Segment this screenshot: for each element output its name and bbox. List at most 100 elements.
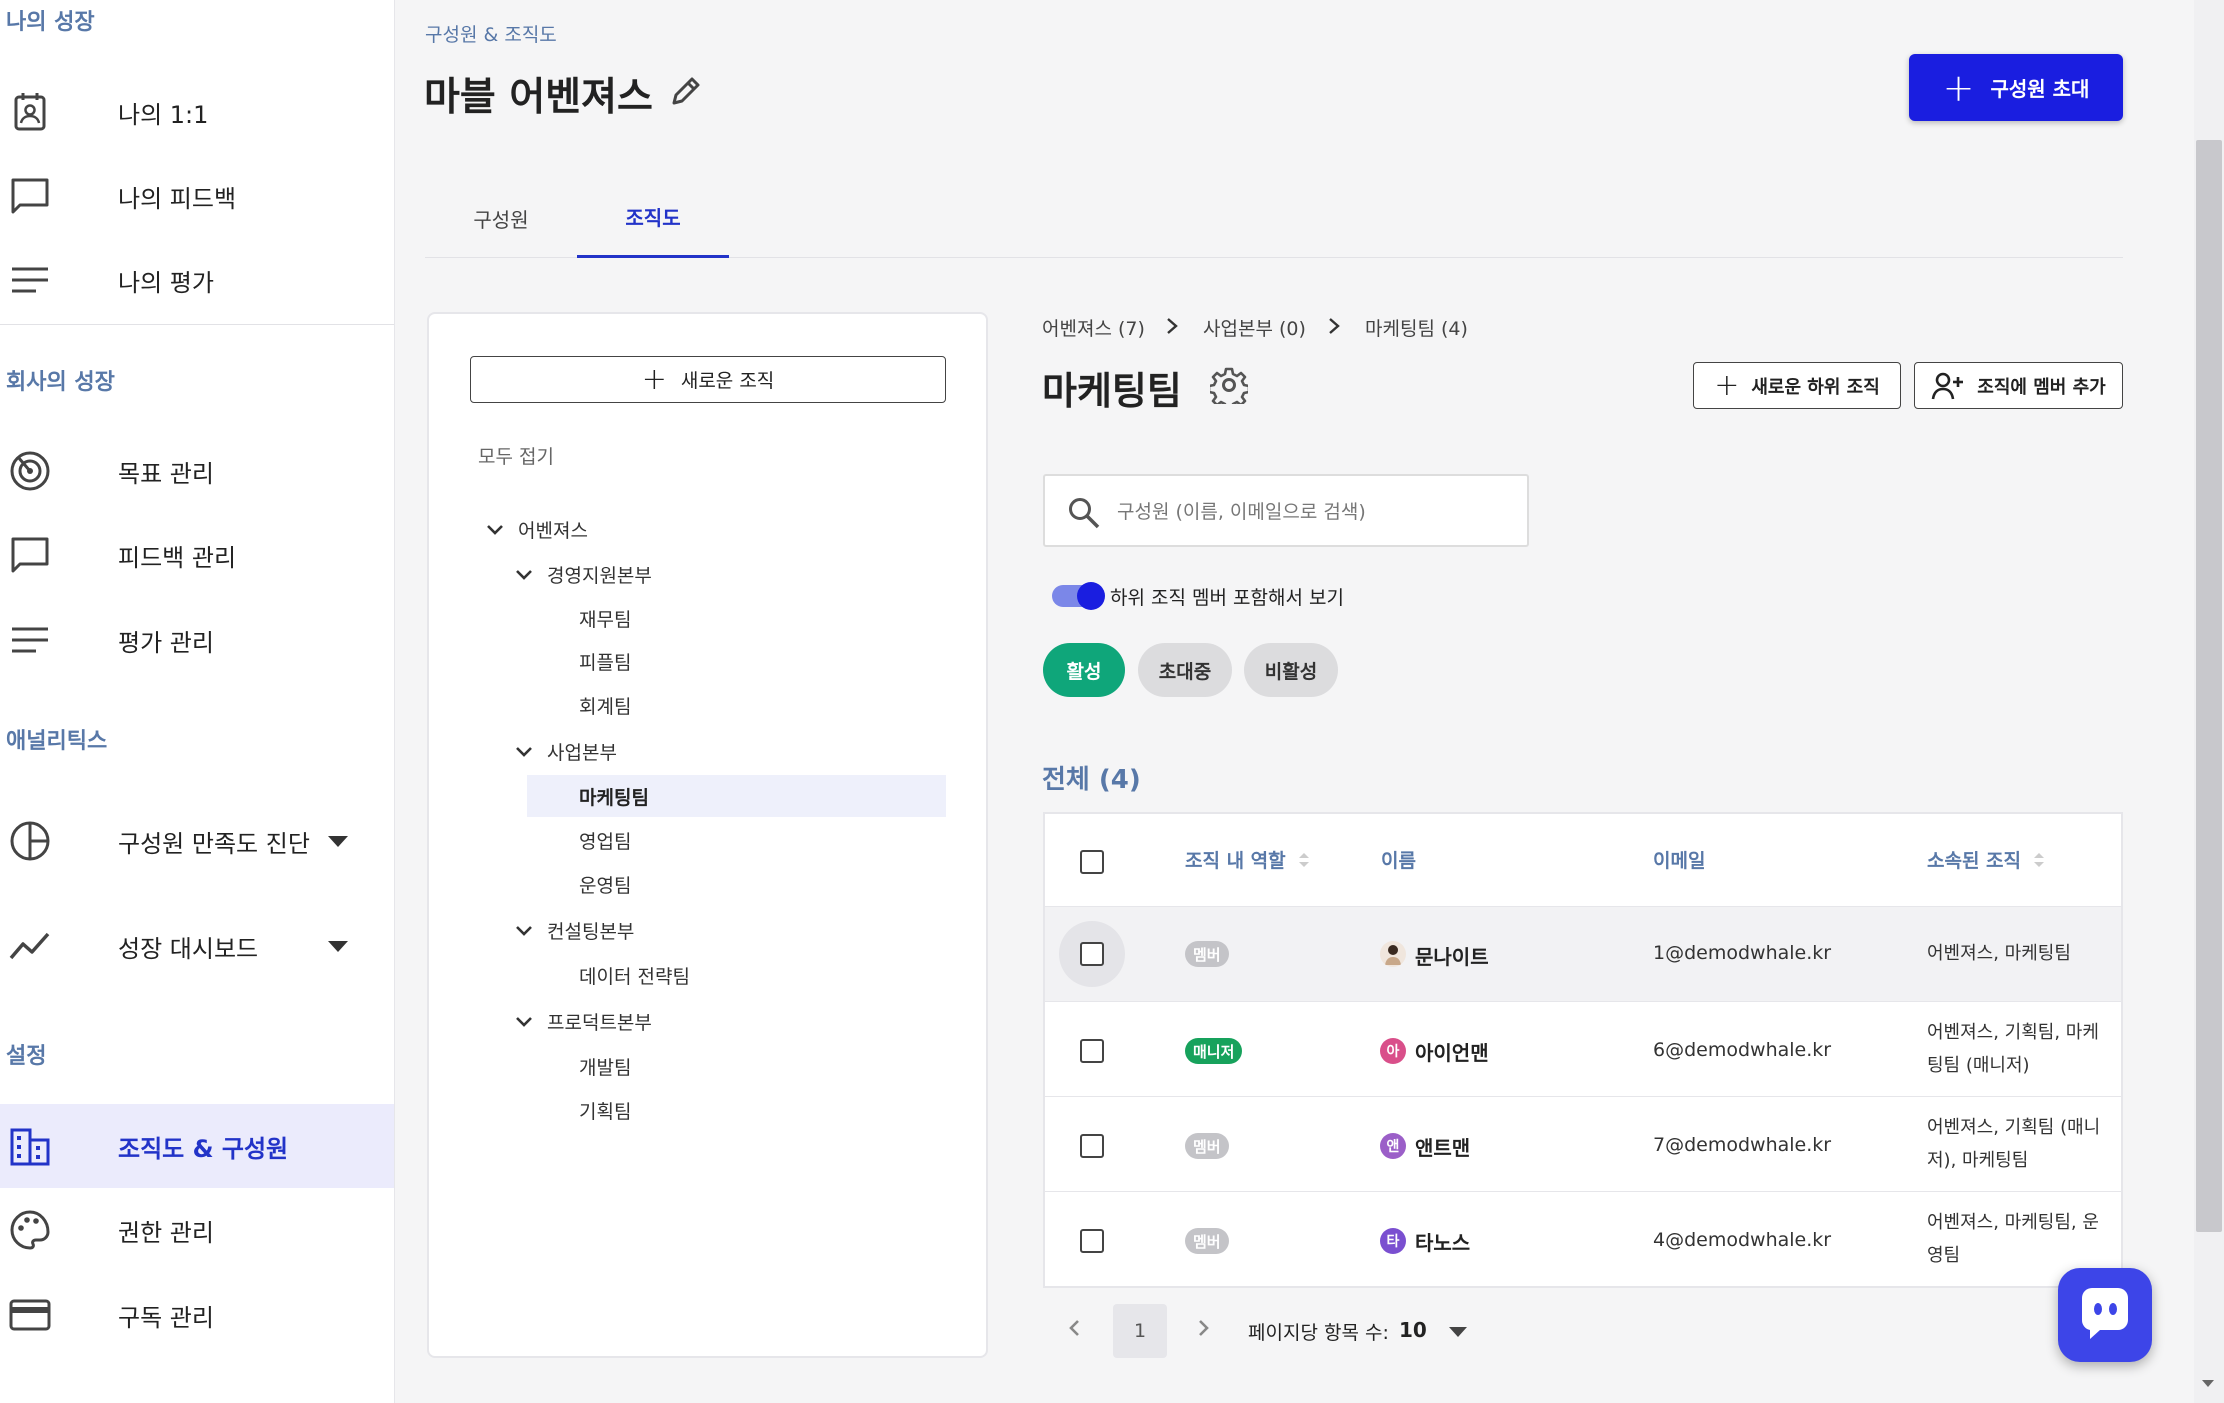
tree-node[interactable]: 프로덕트본부 [513,1000,652,1042]
member-name[interactable]: 앤트맨 [1415,1132,1470,1161]
sidebar-item-my-evaluation[interactable]: 나의 평가 [0,238,394,322]
expand-caret-icon[interactable] [328,940,348,952]
include-sub-org-toggle[interactable] [1052,582,1105,610]
tab-members[interactable]: 구성원 [425,178,577,258]
expand-caret-icon[interactable] [328,835,348,847]
search-input[interactable] [1117,494,1517,530]
chat-bubble-icon [11,537,49,573]
pencil-icon[interactable] [668,73,704,109]
scrollbar-thumb[interactable] [2196,140,2222,1232]
breadcrumb-item[interactable]: 어벤져스 (7) [1042,314,1145,341]
member-orgs: 어벤져스, 기획팀, 마케팅팀 (매니저) [1927,1022,2099,1076]
sidebar-item-goal-management[interactable]: 목표 관리 [0,429,394,513]
tree-node[interactable]: 영업팀 [579,819,631,861]
tree-node-selected[interactable]: 마케팅팀 [527,775,946,817]
row-checkbox[interactable] [1080,1039,1104,1063]
member-name[interactable]: 문나이트 [1415,941,1489,970]
scroll-down-arrow-icon[interactable] [2202,1380,2214,1387]
tree-node[interactable]: 어벤져스 [484,508,588,550]
dropdown-caret-icon[interactable] [1449,1327,1467,1337]
building-icon [10,1128,50,1166]
sidebar-item-label: 목표 관리 [118,459,214,488]
breadcrumb-item[interactable]: 마케팅팀 (4) [1365,314,1468,341]
table-row[interactable]: 매니저 아 아이언맨 6@demodwhale.kr 어벤져스, 기획팀, 마케… [1045,1001,2121,1096]
sidebar-item-growth-dashboard[interactable]: 성장 대시보드 [0,904,394,988]
tree-node[interactable]: 피플팀 [579,640,631,682]
tree-node[interactable]: 회계팀 [579,684,631,726]
sidebar-item-label: 나의 피드백 [118,184,237,213]
member-email: 1@demodwhale.kr [1653,942,1832,964]
row-checkbox[interactable] [1080,1229,1104,1253]
table-row[interactable]: 멤버 타 타노스 4@demodwhale.kr 어벤져스, 마케팅팀, 운영팀 [1045,1191,2121,1286]
sidebar-item-satisfaction-survey[interactable]: 구성원 만족도 진단 [0,799,394,883]
column-header-orgs[interactable]: 소속된 조직 [1927,846,2045,873]
sidebar-item-permissions[interactable]: 권한 관리 [0,1188,394,1272]
column-header-email[interactable]: 이메일 [1653,846,1705,873]
member-orgs: 어벤져스, 마케팅팀 [1927,943,2071,964]
avatar: 타 [1380,1228,1406,1254]
member-name[interactable]: 타노스 [1415,1227,1470,1256]
tab-bar: 구성원 조직도 [425,178,2123,258]
sort-icon[interactable] [2033,851,2045,869]
chat-bot-icon [2081,1288,2128,1339]
row-checkbox[interactable] [1080,942,1104,966]
member-search-box[interactable] [1043,474,1529,547]
filter-chip-active[interactable]: 활성 [1043,643,1125,697]
chevron-down-icon[interactable] [484,518,506,540]
member-name[interactable]: 아이언맨 [1415,1037,1489,1066]
table-row[interactable]: 멤버 앤 앤트맨 7@demodwhale.kr 어벤져스, 기획팀 (매니저)… [1045,1096,2121,1191]
sort-icon[interactable] [1298,851,1310,869]
per-page-select[interactable]: 10 [1399,1318,1427,1342]
chat-support-button[interactable] [2058,1268,2152,1362]
filter-chip-invited[interactable]: 초대중 [1138,643,1232,697]
avatar: 아 [1380,1038,1406,1064]
lines-icon [12,627,48,653]
tree-node[interactable]: 기획팀 [579,1089,631,1131]
chevron-right-icon [1167,318,1178,334]
new-sub-org-button[interactable]: + 새로운 하위 조직 [1693,362,1901,409]
toggle-knob [1077,582,1105,610]
gear-icon[interactable] [1210,366,1248,404]
tree-node[interactable]: 운영팀 [579,863,631,905]
sidebar-item-feedback-management[interactable]: 피드백 관리 [0,513,394,597]
invite-member-button[interactable]: + 구성원 초대 [1909,54,2123,121]
include-sub-org-label: 하위 조직 멤버 포함해서 보기 [1110,587,1344,609]
sidebar-section-company-growth: 회사의 성장 [6,370,115,395]
chevron-down-icon[interactable] [513,563,535,585]
tab-org-chart[interactable]: 조직도 [577,178,729,258]
sidebar-item-label: 조직도 & 구성원 [118,1134,289,1163]
page-breadcrumb[interactable]: 구성원 & 조직도 [425,20,557,47]
next-page-icon[interactable] [1190,1315,1216,1341]
tree-node[interactable]: 데이터 전략팀 [579,954,690,996]
page-number[interactable]: 1 [1113,1304,1167,1358]
chevron-down-icon[interactable] [513,740,535,762]
column-header-role[interactable]: 조직 내 역할 [1185,846,1310,873]
tree-node[interactable]: 사업본부 [513,730,617,772]
breadcrumb-item[interactable]: 사업본부 (0) [1203,314,1306,341]
row-checkbox[interactable] [1080,1134,1104,1158]
sidebar-item-evaluation-management[interactable]: 평가 관리 [0,598,394,682]
sidebar-item-subscription[interactable]: 구독 관리 [0,1273,394,1357]
per-page-label: 페이지당 항목 수: [1248,1322,1389,1344]
new-org-button[interactable]: + 새로운 조직 [470,356,946,403]
tree-node[interactable]: 재무팀 [579,597,631,639]
filter-chip-inactive[interactable]: 비활성 [1244,643,1338,697]
chevron-down-icon[interactable] [513,1010,535,1032]
chevron-down-icon[interactable] [513,919,535,941]
member-email: 4@demodwhale.kr [1653,1229,1832,1251]
collapse-all-link[interactable]: 모두 접기 [478,442,554,469]
tree-node[interactable]: 개발팀 [579,1045,631,1087]
add-member-to-org-button[interactable]: 조직에 멤버 추가 [1914,362,2123,409]
tree-node[interactable]: 컨설팅본부 [513,909,634,951]
tree-node[interactable]: 경영지원본부 [513,553,652,595]
column-header-name[interactable]: 이름 [1381,846,1416,873]
table-row[interactable]: 멤버 문나이트 1@demodwhale.kr 어벤져스, 마케팅팀 [1045,906,2121,1001]
sidebar-item-org-members[interactable]: 조직도 & 구성원 [0,1104,394,1188]
sidebar-item-my-1on1[interactable]: 나의 1:1 [0,70,394,154]
sidebar-divider [0,324,394,325]
select-all-checkbox[interactable] [1080,850,1104,874]
prev-page-icon[interactable] [1062,1315,1088,1341]
sidebar-item-my-feedback[interactable]: 나의 피드백 [0,154,394,238]
contact-card-icon [14,93,46,131]
sidebar-item-label: 구독 관리 [118,1303,214,1332]
